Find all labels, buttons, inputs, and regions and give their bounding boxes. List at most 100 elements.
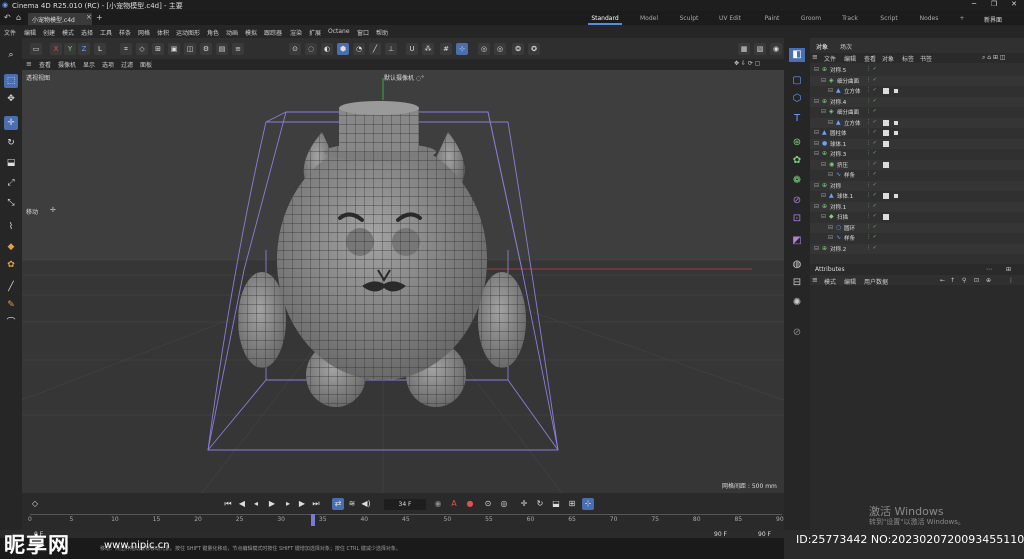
- expand-toggle-icon[interactable]: ⊟: [814, 203, 819, 210]
- auto-key-icon[interactable]: A: [448, 498, 460, 510]
- object-menu-bookmark[interactable]: 书签: [920, 54, 932, 63]
- expand-toggle-icon[interactable]: ⊟: [814, 150, 819, 157]
- visibility-toggle-icon[interactable]: ⋮ ✓: [866, 224, 877, 230]
- visibility-toggle-icon[interactable]: ⋮ ✓: [866, 129, 877, 135]
- up-arrow-icon[interactable]: ↑: [950, 277, 955, 284]
- expand-toggle-icon[interactable]: ⊟: [814, 66, 819, 73]
- brush-icon[interactable]: ╱: [4, 280, 18, 294]
- workplane-icon[interactable]: ◇: [136, 43, 148, 55]
- viewport-nav-icons[interactable]: ✥ ⇩ ⟳ ▢: [734, 60, 760, 67]
- material-tag-icon[interactable]: [883, 161, 889, 168]
- layout-tab-track[interactable]: Track: [838, 13, 862, 25]
- menu-create[interactable]: 创建: [43, 28, 55, 37]
- playhead[interactable]: [310, 514, 315, 526]
- object-menu-file[interactable]: 文件: [824, 54, 836, 63]
- visibility-toggle-icon[interactable]: ⋮ ✓: [866, 203, 877, 209]
- spline-pen-icon[interactable]: ⌇: [4, 220, 18, 234]
- visibility-toggle-icon[interactable]: ⋮ ✓: [866, 119, 877, 125]
- attr-menu-edit[interactable]: 编辑: [844, 277, 856, 286]
- field-icon[interactable]: ⊘: [789, 194, 805, 208]
- object-menu-tag[interactable]: 标签: [902, 54, 914, 63]
- visibility-toggle-icon[interactable]: ⋮ ✓: [866, 140, 877, 146]
- add-layout-button[interactable]: +: [956, 13, 968, 25]
- menu-tracker[interactable]: 跟踪器: [264, 28, 282, 37]
- object-panel-tools-icon[interactable]: ⌕ ⌂ ⊞ ◫: [982, 54, 1006, 62]
- polygons-mode-icon[interactable]: ◐: [321, 43, 333, 55]
- expand-toggle-icon[interactable]: ⊟: [828, 119, 833, 126]
- globe-icon[interactable]: ◍: [789, 258, 805, 272]
- render-queue-icon[interactable]: ≡: [232, 43, 244, 55]
- sound-icon[interactable]: ◀): [360, 498, 372, 510]
- layout-tab-nodes[interactable]: Nodes: [916, 13, 942, 25]
- more-options-icon[interactable]: ⋮: [1008, 277, 1014, 284]
- sculpt-icon[interactable]: ⌒: [4, 316, 18, 330]
- key-parameter-icon[interactable]: ⊞: [566, 498, 578, 510]
- material-tag-icon[interactable]: [883, 193, 889, 199]
- perspective-viewport[interactable]: [22, 70, 784, 493]
- tab-takes[interactable]: 场次: [840, 42, 852, 51]
- object-menu-object[interactable]: 对象: [882, 54, 894, 63]
- object-menu-edit[interactable]: 编辑: [844, 54, 856, 63]
- layout-tab-model[interactable]: Model: [636, 13, 662, 25]
- axis-y-button[interactable]: Y: [64, 43, 76, 55]
- selection-filter-icon[interactable]: ⁂: [422, 43, 434, 55]
- render-active-icon[interactable]: ▧: [754, 43, 766, 55]
- key-position-icon[interactable]: ✛: [518, 498, 530, 510]
- selection-tools-icon[interactable]: ✥: [4, 92, 18, 106]
- menu-mograph[interactable]: 运动图形: [176, 28, 200, 37]
- render-region-icon[interactable]: ◫: [184, 43, 196, 55]
- edges-mode-icon[interactable]: ◌: [305, 43, 317, 55]
- view-menu-icon[interactable]: ≡: [26, 60, 32, 68]
- uvw-tag-icon[interactable]: [893, 119, 899, 126]
- material-tag-icon[interactable]: [883, 140, 889, 147]
- key-scale-icon[interactable]: ⬓: [550, 498, 562, 510]
- spline-primitive-icon[interactable]: ⬡: [789, 92, 805, 106]
- material-tag-icon[interactable]: [883, 130, 889, 136]
- object-row[interactable]: ⊟ ▲ 立方体 ⋮ ✓: [810, 117, 1024, 128]
- go-to-end-icon[interactable]: ⏭: [310, 498, 322, 510]
- text-tool-icon[interactable]: T: [789, 112, 805, 126]
- previous-frame-icon[interactable]: ◂: [250, 498, 262, 510]
- panel-menu-icon[interactable]: ⋯: [986, 266, 992, 273]
- scale-tool-icon[interactable]: ⬓: [4, 156, 18, 170]
- keyframe-selection-icon[interactable]: ⊙: [482, 498, 494, 510]
- back-arrow-icon[interactable]: ←: [940, 277, 945, 284]
- visibility-toggle-icon[interactable]: ⋮ ✓: [866, 245, 877, 251]
- menu-volume[interactable]: 体积: [157, 28, 169, 37]
- expand-toggle-icon[interactable]: ⊟: [821, 213, 826, 220]
- maximize-button[interactable]: ❐: [984, 0, 1004, 11]
- visibility-toggle-icon[interactable]: ⋮ ✓: [866, 66, 877, 72]
- solo-icon[interactable]: ◎: [478, 43, 490, 55]
- layout-tab-script[interactable]: Script: [876, 13, 902, 25]
- expand-toggle-icon[interactable]: ⊟: [828, 87, 833, 94]
- render-globe-icon[interactable]: ◉: [770, 43, 782, 55]
- layout-tab-groom[interactable]: Groom: [798, 13, 824, 25]
- record-disabled-icon[interactable]: ◉: [432, 498, 444, 510]
- new-layout-tab[interactable]: 新界面: [978, 13, 1008, 25]
- menu-window[interactable]: 窗口: [357, 28, 369, 37]
- attr-search-icon[interactable]: ⚲: [962, 277, 966, 284]
- menu-mesh[interactable]: 网格: [138, 28, 150, 37]
- expand-toggle-icon[interactable]: ⊟: [814, 140, 819, 147]
- object-row[interactable]: ⊟ ⊕ 对称.3 ⋮ ✓: [810, 149, 1024, 160]
- new-panel-icon[interactable]: ⊕: [986, 277, 991, 284]
- link-icon[interactable]: ⊘: [789, 326, 805, 340]
- menu-animate[interactable]: 动画: [226, 28, 238, 37]
- range-end-label[interactable]: 90 F: [758, 531, 771, 538]
- key-pla-icon[interactable]: ⊹: [582, 498, 594, 510]
- transform-tool-icon[interactable]: ⤢: [4, 176, 18, 190]
- record-icon[interactable]: ●: [464, 498, 476, 510]
- magnet-icon[interactable]: U: [406, 43, 418, 55]
- cube-primitive-icon[interactable]: ▢: [789, 74, 805, 88]
- deformer-icon[interactable]: ❁: [789, 174, 805, 188]
- primitive-icon[interactable]: ◆: [4, 240, 18, 254]
- previous-key-icon[interactable]: ◀: [236, 498, 248, 510]
- points-mode-icon[interactable]: ⊙: [289, 43, 301, 55]
- menu-tools[interactable]: 工具: [100, 28, 112, 37]
- object-row[interactable]: ⊟ ∿ 样条 ⋮ ✓: [810, 233, 1024, 244]
- expand-toggle-icon[interactable]: ⊟: [821, 192, 826, 199]
- object-row[interactable]: ⊟ ◉ 挤压 ⋮ ✓: [810, 159, 1024, 170]
- object-menu-icon[interactable]: ≡: [812, 53, 818, 61]
- menu-extensions[interactable]: 扩展: [309, 28, 321, 37]
- viewport-menu-view[interactable]: 查看: [39, 60, 51, 69]
